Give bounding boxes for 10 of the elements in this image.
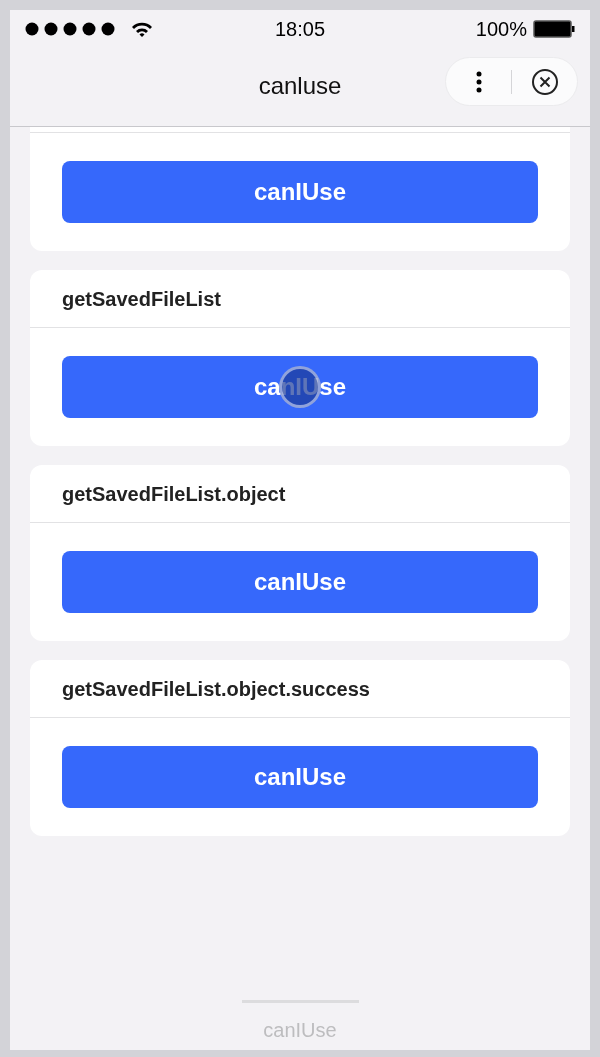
card-title: getSavedFileList.object.success xyxy=(62,676,370,702)
battery-icon xyxy=(533,20,575,38)
status-time: 18:05 xyxy=(273,17,327,42)
battery-percentage: 100% xyxy=(475,17,527,42)
page-title: canluse xyxy=(258,71,342,101)
card-title: getSavedFileList xyxy=(62,286,221,312)
more-icon xyxy=(475,70,482,93)
card-title: getSavedFileList.object xyxy=(62,481,286,507)
close-icon xyxy=(531,68,558,95)
wifi-icon xyxy=(131,20,153,38)
